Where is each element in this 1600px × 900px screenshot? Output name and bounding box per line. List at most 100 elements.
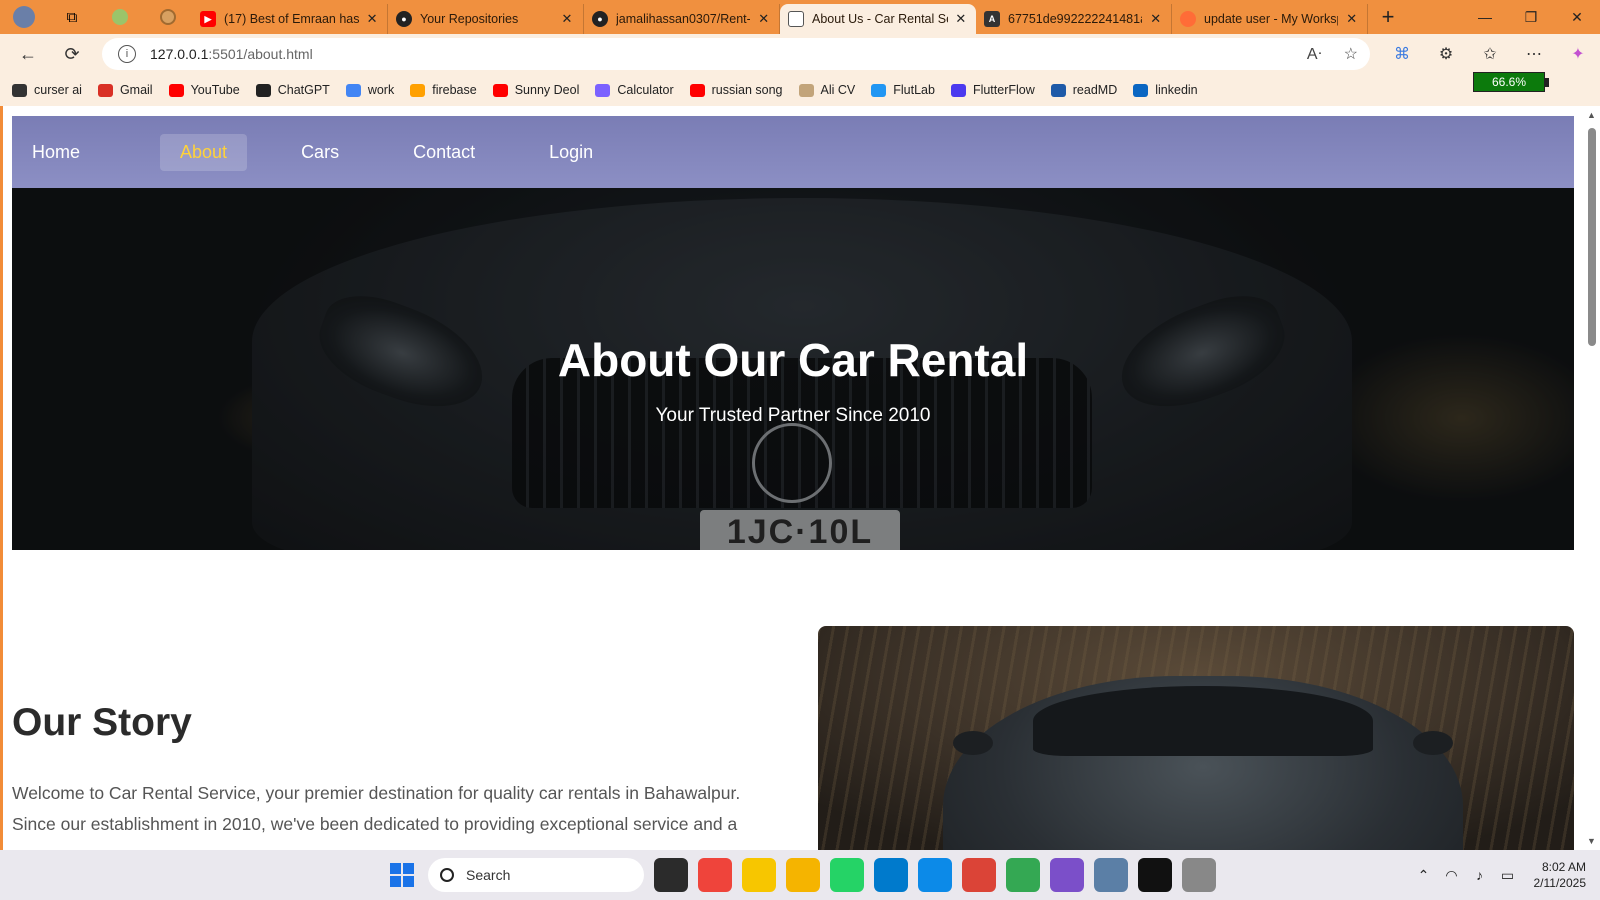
bookmark-item[interactable]: work [345, 83, 394, 97]
system-tray: ⌃ ◠ ♪ ▭ 8:02 AM 2/11/2025 [1412, 850, 1600, 900]
page-scrollbar[interactable]: ▲ ▼ [1584, 106, 1600, 850]
close-tab-icon[interactable]: ✕ [954, 11, 968, 27]
bookmarks-bar: curser ai Gmail YouTube ChatGPT work firebase… [0, 74, 1600, 106]
vscode-icon[interactable] [874, 858, 908, 892]
anydesk-icon[interactable] [698, 858, 732, 892]
extensions-icon[interactable]: ⚙ [1424, 37, 1468, 71]
tab-github-repo[interactable]: ● jamalihassan0307/Rent-ca ✕ [584, 4, 780, 34]
car-mirror-right [1413, 731, 1453, 755]
bookmark-label: curser ai [34, 83, 82, 97]
story-text: Welcome to Car Rental Service, your prem… [12, 783, 741, 834]
bookmark-item[interactable]: FlutLab [871, 83, 935, 97]
chrome-icon[interactable] [962, 858, 996, 892]
url-host: 127.0.0.1 [150, 46, 209, 62]
scrollbar-thumb[interactable] [1588, 128, 1596, 346]
car-mirror-left [953, 731, 993, 755]
favorites-icon[interactable]: ✩ [1468, 37, 1512, 71]
bookmark-item[interactable]: YouTube [168, 83, 240, 97]
pinned-tab-1[interactable] [96, 0, 144, 34]
back-button[interactable]: ← [6, 37, 50, 71]
nav-about-link[interactable]: About [160, 133, 248, 171]
scroll-up-icon[interactable]: ▲ [1587, 110, 1596, 120]
bookmark-item[interactable]: Gmail [97, 83, 153, 97]
volume-icon[interactable]: ♪ [1468, 867, 1492, 883]
nav-cars-link[interactable]: Cars [281, 134, 359, 171]
pinned-tab-2[interactable] [144, 0, 192, 34]
chevron-up-icon[interactable]: ⌃ [1412, 867, 1436, 884]
search-icon [440, 868, 454, 882]
bookmark-label: Gmail [119, 83, 153, 97]
more-menu-icon[interactable]: ⋯ [1512, 37, 1556, 71]
whatsapp-icon[interactable] [830, 858, 864, 892]
taskbar-search[interactable]: Search [428, 858, 644, 892]
copilot-icon[interactable]: ✦ [1556, 37, 1600, 71]
chrome-alt-icon[interactable] [1006, 858, 1040, 892]
photos-icon[interactable] [1094, 858, 1128, 892]
bookmark-item[interactable]: FlutterFlow [950, 83, 1035, 97]
taskbar-search-label: Search [466, 867, 511, 883]
capcut-icon[interactable] [1138, 858, 1172, 892]
bookmark-item[interactable]: linkedin [1133, 83, 1198, 97]
bookmark-item[interactable]: Ali CV [798, 83, 856, 97]
battery-icon[interactable]: ▭ [1496, 867, 1520, 884]
nav-contact-link[interactable]: Contact [393, 134, 495, 171]
wifi-icon[interactable]: ◠ [1440, 867, 1464, 884]
close-tab-icon[interactable]: ✕ [1148, 11, 1163, 27]
workspaces-icon[interactable]: ⧉ [48, 0, 96, 34]
bookmark-icon [12, 83, 27, 97]
battery-overlay: 66.6% [1473, 72, 1549, 92]
nav-home-link[interactable]: Home [32, 134, 100, 171]
window-controls: — ❐ ✕ [1462, 0, 1600, 34]
clock[interactable]: 8:02 AM 2/11/2025 [1534, 859, 1587, 891]
file-manager-icon[interactable] [654, 858, 688, 892]
restore-button[interactable]: ❐ [1508, 0, 1554, 34]
tab-postman[interactable]: update user - My Workspa ✕ [1172, 4, 1368, 34]
bookmark-item[interactable]: readMD [1050, 83, 1117, 97]
scroll-down-icon[interactable]: ▼ [1587, 836, 1596, 846]
chat-app-icon[interactable] [742, 858, 776, 892]
start-button[interactable] [390, 863, 414, 887]
browser-tabstrip: ⧉ ▶ (17) Best of Emraan hashmi ✕ ● Your … [0, 0, 1600, 34]
address-bar[interactable]: i 127.0.0.1:5501/about.html Aᐧ ☆ [102, 38, 1370, 70]
file-explorer-icon[interactable] [786, 858, 820, 892]
minimize-button[interactable]: — [1462, 0, 1508, 34]
bookmark-icon [492, 83, 508, 97]
bookmark-item[interactable]: russian song [689, 83, 783, 97]
favorite-star-icon[interactable]: ☆ [1344, 44, 1358, 64]
close-tab-icon[interactable]: ✕ [559, 11, 575, 27]
bookmark-item[interactable]: curser ai [12, 83, 82, 97]
tab-about-us[interactable]: About Us - Car Rental Serv ✕ [780, 4, 976, 34]
bookmark-label: Ali CV [820, 83, 856, 97]
edge-icon[interactable] [918, 858, 952, 892]
bookmark-item[interactable]: firebase [410, 83, 477, 97]
site-info-icon[interactable]: i [118, 45, 136, 63]
close-tab-icon[interactable]: ✕ [365, 11, 379, 27]
visual-studio-icon[interactable] [1050, 858, 1084, 892]
close-tab-icon[interactable]: ✕ [1344, 11, 1359, 27]
story-title: Our Story [12, 701, 192, 744]
tab-title: jamalihassan0307/Rent-ca [616, 12, 751, 26]
clock-time: 8:02 AM [1541, 860, 1586, 874]
bookmark-label: russian song [711, 83, 783, 97]
close-tab-icon[interactable]: ✕ [756, 11, 771, 27]
tab-repositories[interactable]: ● Your Repositories ✕ [388, 4, 584, 34]
read-aloud-icon[interactable]: Aᐧ [1307, 44, 1322, 64]
bookmark-label: firebase [432, 83, 477, 97]
tab-api[interactable]: A 67751de992222241481aa ✕ [976, 4, 1172, 34]
new-tab-button[interactable]: + [1368, 4, 1408, 30]
tab-youtube[interactable]: ▶ (17) Best of Emraan hashmi ✕ [192, 4, 388, 34]
bookmark-item[interactable]: Sunny Deol [492, 83, 579, 97]
profile-avatar[interactable] [0, 0, 48, 34]
refresh-button[interactable]: ⟳ [50, 37, 94, 71]
yandex-icon[interactable] [1182, 858, 1216, 892]
taskbar-apps [654, 858, 1216, 892]
translate-icon[interactable]: ⌘ [1380, 37, 1424, 71]
close-window-button[interactable]: ✕ [1554, 0, 1600, 34]
nav-login-link[interactable]: Login [529, 134, 613, 171]
tab-title: update user - My Workspa [1204, 12, 1339, 26]
bookmark-item[interactable]: ChatGPT [255, 83, 330, 97]
bookmark-item[interactable]: Calculator [595, 83, 674, 97]
hero-title: About Our Car Rental [557, 334, 1029, 386]
bookmark-icon [255, 83, 271, 97]
bookmark-label: YouTube [190, 83, 240, 97]
